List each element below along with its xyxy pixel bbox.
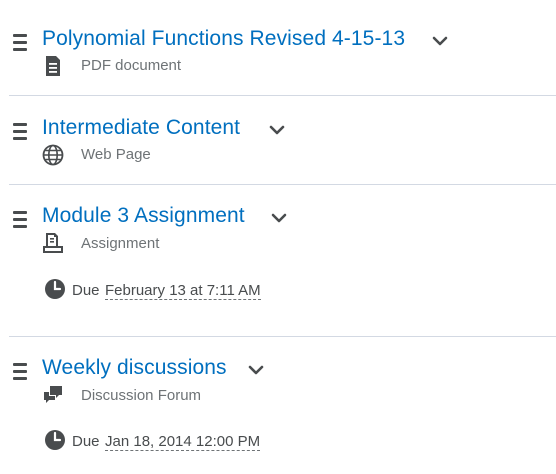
drag-handle-icon[interactable]	[13, 363, 27, 380]
drag-handle-icon[interactable]	[13, 211, 27, 228]
discussion-icon	[44, 386, 62, 403]
chevron-down-icon[interactable]	[248, 364, 264, 376]
drag-handle-icon[interactable]	[13, 123, 27, 140]
chevron-down-icon[interactable]	[269, 124, 285, 136]
item-type-label: PDF document	[81, 57, 182, 74]
assignment-icon	[43, 233, 63, 253]
content-item: Intermediate Content Web Page	[0, 96, 556, 184]
item-type-label: Discussion Forum	[81, 387, 202, 404]
item-title-link[interactable]: Weekly discussions	[42, 356, 227, 380]
due-date: Jan 18, 2014 12:00 PM	[105, 433, 261, 451]
drag-handle-icon[interactable]	[13, 34, 27, 51]
chevron-down-icon[interactable]	[432, 35, 448, 47]
item-title-link[interactable]: Intermediate Content	[42, 116, 240, 140]
item-title-link[interactable]: Module 3 Assignment	[42, 204, 245, 228]
content-item: Polynomial Functions Revised 4-15-13 PDF…	[0, 0, 556, 95]
clock-icon	[45, 279, 65, 299]
item-type-label: Web Page	[81, 146, 151, 163]
item-type-label: Assignment	[81, 235, 160, 252]
globe-icon	[42, 144, 64, 166]
due-label: Due	[72, 433, 100, 450]
due-label: Due	[72, 282, 100, 299]
content-item: Weekly discussions Discussion Forum Due …	[0, 337, 556, 474]
content-item: Module 3 Assignment Assignment Due Febru…	[0, 185, 556, 336]
chevron-down-icon[interactable]	[271, 212, 287, 224]
due-date: February 13 at 7:11 AM	[105, 282, 261, 300]
document-icon	[46, 56, 60, 76]
item-title-link[interactable]: Polynomial Functions Revised 4-15-13	[42, 27, 405, 51]
clock-icon	[45, 430, 65, 450]
